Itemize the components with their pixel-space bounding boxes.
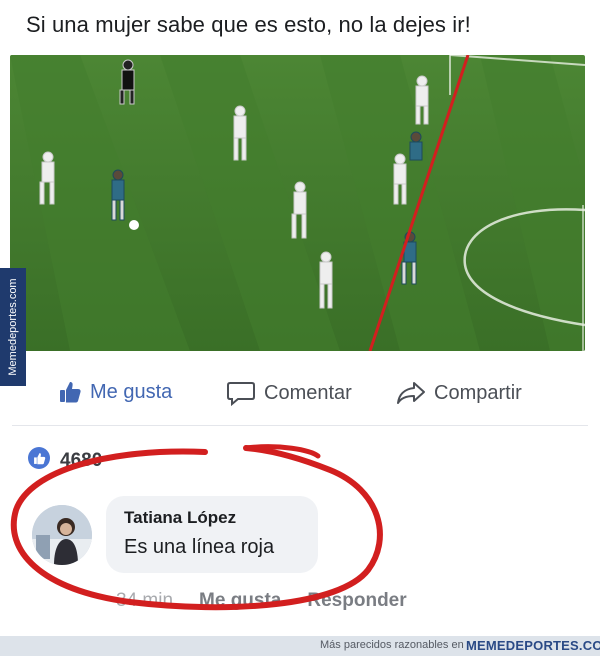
- comment-button[interactable]: Comentar: [226, 380, 352, 406]
- comment-time: 34 min: [116, 590, 174, 611]
- like-button[interactable]: Me gusta: [58, 380, 172, 404]
- comment-author[interactable]: Tatiana López: [124, 508, 298, 528]
- reactions-summary[interactable]: 4680: [28, 444, 102, 472]
- ball: [129, 220, 139, 230]
- share-arrow-icon: [397, 382, 425, 404]
- like-label: Me gusta: [90, 380, 173, 403]
- share-button[interactable]: Compartir: [396, 380, 522, 406]
- speech-bubble-icon: [227, 382, 255, 406]
- share-label: Compartir: [434, 381, 522, 404]
- footer-bar: Más parecidos razonables en MEMEDEPORTES…: [0, 636, 600, 656]
- post-text: Si una mujer sabe que es esto, no la dej…: [26, 12, 471, 37]
- reaction-count: 4680: [60, 450, 103, 471]
- like-reaction-icon: [28, 447, 50, 469]
- comment: Tatiana López Es una línea roja: [32, 496, 318, 573]
- comment-reply-link[interactable]: Responder: [307, 590, 406, 612]
- thumbs-up-icon: [60, 382, 81, 403]
- comment-text: Es una línea roja: [124, 536, 275, 558]
- divider: [12, 425, 588, 426]
- comment-like-link[interactable]: Me gusta: [199, 590, 281, 612]
- footer-caption: Más parecidos razonables en: [320, 639, 464, 651]
- comment-bubble: Tatiana López Es una línea roja: [106, 496, 318, 573]
- comment-meta: 34 min Me gusta Responder: [116, 590, 407, 612]
- football-pitch-image: [10, 55, 585, 351]
- avatar[interactable]: [32, 504, 92, 565]
- comment-label: Comentar: [264, 381, 352, 404]
- watermark: Memedeportes.com: [0, 268, 26, 386]
- pitch-illustration: [10, 55, 585, 351]
- footer-brand[interactable]: MEMEDEPORTES.COM: [466, 638, 600, 653]
- post-actions-bar: Me gusta Comentar Compartir: [0, 372, 600, 422]
- watermark-text: Memedeportes.com: [7, 278, 19, 376]
